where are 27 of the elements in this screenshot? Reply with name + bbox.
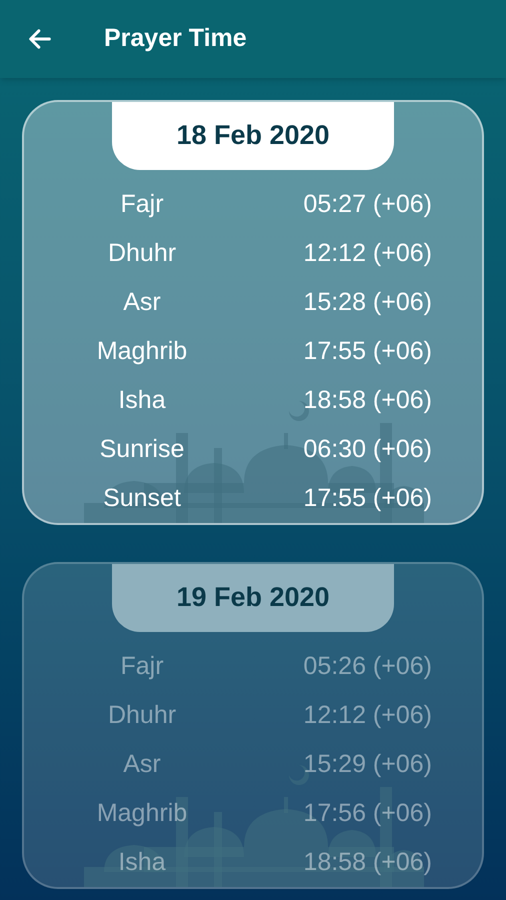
prayer-name: Fajr bbox=[120, 188, 164, 220]
prayer-name: Fajr bbox=[120, 650, 164, 682]
prayer-time: 12:12 (+06) bbox=[303, 700, 432, 731]
prayer-time: 18:58 (+06) bbox=[303, 384, 432, 416]
prayer-time: 06:30 (+06) bbox=[303, 434, 432, 465]
prayer-name: Asr bbox=[123, 748, 161, 780]
prayer-time: 17:55 (+06) bbox=[303, 482, 432, 514]
prayer-time: 17:55 (+06) bbox=[303, 336, 432, 367]
prayer-name: Isha bbox=[118, 846, 166, 878]
prayer-time: 15:28 (+06) bbox=[303, 286, 432, 318]
prayer-time: 18:58 (+06) bbox=[303, 846, 432, 878]
prayer-name: Dhuhr bbox=[108, 700, 176, 731]
prayer-name: Asr bbox=[123, 286, 161, 318]
prayer-time: 05:27 (+06) bbox=[303, 188, 432, 220]
prayer-name: Sunset bbox=[103, 482, 181, 514]
prayer-name: Maghrib bbox=[96, 336, 188, 367]
prayer-name: Maghrib bbox=[96, 798, 188, 829]
prayer-name: Dhuhr bbox=[108, 238, 176, 269]
prayer-time: 05:26 (+06) bbox=[303, 650, 432, 682]
prayer-name: Isha bbox=[118, 384, 166, 416]
prayer-time: 15:29 (+06) bbox=[303, 748, 432, 780]
date-label: 18 Feb 2020 bbox=[112, 102, 394, 170]
screen-title: Prayer Time bbox=[104, 23, 247, 54]
date-label: 19 Feb 2020 bbox=[112, 564, 394, 632]
prayer-time: 17:56 (+06) bbox=[303, 798, 432, 829]
prayer-time: 12:12 (+06) bbox=[303, 238, 432, 269]
prayer-name: Sunrise bbox=[100, 434, 184, 465]
